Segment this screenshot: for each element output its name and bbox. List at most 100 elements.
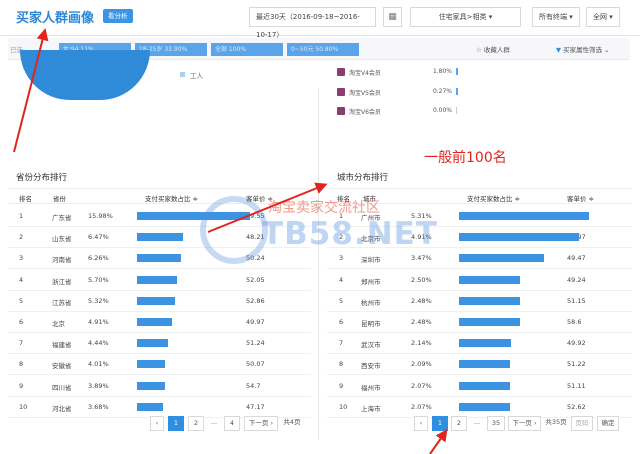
- province-page-2[interactable]: 2: [188, 416, 204, 431]
- city-page-1[interactable]: 1: [432, 416, 448, 431]
- rank-cell: 5: [19, 296, 24, 305]
- province-page-ellipsis: ...: [210, 418, 218, 426]
- city-table-row: 5 杭州市 2.48% 51.15: [327, 290, 632, 312]
- dropdown-icon: ▾: [569, 13, 573, 21]
- city-table-row: 7 武汉市 2.14% 49.92: [327, 332, 632, 355]
- buyer-share-cell: 5.32%: [88, 296, 109, 305]
- buyer-share-bar: [459, 360, 511, 369]
- rank-cell: 7: [339, 339, 344, 348]
- member-level-icon: [337, 88, 345, 96]
- member-level-icon: [337, 68, 345, 76]
- col-unit-price[interactable]: 客单价 ≑: [567, 193, 594, 203]
- buyer-share-bar: [459, 296, 520, 305]
- unit-price-cell: 49.97: [246, 318, 265, 326]
- page-header: 买家人群画像 看分析 最近30天（2016-09-18~2016-10-17） …: [0, 0, 640, 39]
- province-prev-page-button[interactable]: ‹: [150, 416, 164, 431]
- buyer-share-cell: 2.07%: [411, 402, 432, 411]
- city-total-pages: 共35页: [545, 418, 567, 426]
- buyer-share-cell: 15.98%: [88, 212, 113, 220]
- member-level-label: 淘宝V5会员: [349, 90, 381, 97]
- date-range-display[interactable]: 最近30天（2016-09-18~2016-10-17）: [249, 7, 376, 39]
- category-select[interactable]: 住宅家具>相类 ▾: [410, 7, 521, 27]
- buyer-share-bar: [459, 275, 521, 284]
- rank-cell: 6: [19, 318, 24, 326]
- city-table-row: 10 上海市 2.07% 52.62: [327, 396, 632, 418]
- analysis-badge[interactable]: 看分析: [103, 9, 133, 23]
- name-cell: 郑州市: [361, 277, 381, 286]
- rank-cell: 10: [19, 402, 28, 411]
- city-page-2[interactable]: 2: [451, 416, 467, 431]
- province-next-page-button[interactable]: 下一页 ›: [244, 416, 278, 431]
- buyer-share-cell: 6.26%: [88, 254, 109, 263]
- unit-price-cell: 49.47: [567, 254, 586, 263]
- calendar-icon[interactable]: ▦: [383, 7, 402, 27]
- city-page-last[interactable]: 35: [487, 416, 505, 431]
- city-table-row: 4 郑州市 2.50% 49.24: [327, 269, 632, 291]
- name-cell: 江苏省: [52, 298, 72, 307]
- city-table-row: 6 昆明市 2.48% 58.6: [327, 311, 632, 333]
- unit-price-cell: 47.17: [246, 402, 265, 411]
- watermark-logo: [200, 196, 268, 264]
- member-level-label: 淘宝V6会员: [349, 109, 381, 116]
- column-divider: [318, 88, 319, 440]
- rank-cell: 3: [19, 254, 24, 263]
- buyer-share-bar: [137, 233, 183, 242]
- name-cell: 山东省: [52, 235, 72, 244]
- name-cell: 北京: [52, 320, 65, 328]
- filter-chip-price[interactable]: 0~50元 50.80%: [287, 43, 359, 56]
- annotation-text: 一般前100名: [424, 150, 507, 166]
- col-buyer-share[interactable]: 支付买家数占比 ≑: [145, 193, 198, 203]
- name-cell: 福州市: [361, 383, 381, 392]
- province-table-header: 排名 省份 支付买家数占比 ≑ 客单价 ≑: [8, 188, 311, 204]
- city-confirm-button[interactable]: 确定: [597, 416, 619, 431]
- rank-cell: 9: [19, 381, 24, 390]
- province-table-row: 4 浙江省 5.70% 52.05: [8, 269, 311, 291]
- dropdown-icon: ▾: [488, 13, 493, 21]
- city-goto-page-input[interactable]: 页码: [571, 416, 593, 431]
- col-buyer-share[interactable]: 支付买家数占比 ≑: [467, 193, 520, 203]
- watermark-text-en: TB58.NET: [262, 216, 438, 252]
- page-title: 买家人群画像: [16, 11, 95, 26]
- unit-price-cell: 51.11: [567, 381, 586, 390]
- buyer-share-cell: 4.44%: [88, 339, 109, 348]
- buyer-share-cell: 2.48%: [411, 296, 432, 305]
- star-icon: ☆: [476, 46, 482, 54]
- province-page-1[interactable]: 1: [168, 416, 184, 431]
- category-select-value: 住宅家具>相类: [438, 13, 487, 21]
- member-level-pct: 0.27%: [432, 88, 452, 95]
- city-next-page-button[interactable]: 下一页 ›: [508, 416, 541, 431]
- name-cell: 上海市: [361, 404, 381, 413]
- member-level-bar: [456, 88, 458, 95]
- buyer-attribute-filter[interactable]: ▼ 买家属性筛选 ⌄: [556, 44, 610, 54]
- filter-chip-all[interactable]: 全部 100%: [211, 43, 283, 56]
- city-table-row: 9 福州市 2.07% 51.11: [327, 375, 632, 397]
- city-prev-page-button[interactable]: ‹: [414, 416, 428, 431]
- legend-label-worker: 工人: [190, 72, 203, 80]
- province-table-row: 9 四川省 3.89% 54.7: [8, 375, 311, 397]
- unit-price-cell: 49.24: [567, 275, 586, 284]
- chevron-down-icon: ⌄: [604, 46, 610, 54]
- buyer-share-bar: [459, 212, 589, 220]
- member-level-pct: 0.00%: [432, 107, 452, 114]
- province-page-last[interactable]: 4: [224, 416, 240, 431]
- favorite-crowd-button[interactable]: ☆ 收藏人群: [476, 44, 510, 54]
- scope-select[interactable]: 全网 ▾: [586, 7, 620, 27]
- rank-cell: 8: [19, 360, 24, 369]
- member-level-bar: [456, 68, 458, 75]
- unit-price-cell: 51.22: [567, 360, 586, 369]
- city-ranking-title: 城市分布排行: [337, 173, 389, 183]
- unit-price-cell: 51.24: [246, 339, 265, 348]
- terminal-select[interactable]: 所有终端 ▾: [532, 7, 580, 27]
- rank-cell: 10: [339, 402, 348, 411]
- rank-cell: 4: [339, 275, 344, 284]
- unit-price-cell: 58.6: [567, 318, 582, 326]
- rank-cell: 2: [19, 233, 24, 242]
- name-cell: 四川省: [52, 383, 72, 392]
- buyer-share-bar: [137, 318, 172, 326]
- unit-price-cell: 52.05: [246, 275, 265, 284]
- member-level-pct: 1.80%: [432, 68, 452, 75]
- member-level-label: 淘宝V4会员: [349, 70, 381, 77]
- buyer-share-bar: [459, 254, 544, 263]
- province-table-row: 5 江苏省 5.32% 52.86: [8, 290, 311, 312]
- province-table-row: 10 河北省 3.68% 47.17: [8, 396, 311, 418]
